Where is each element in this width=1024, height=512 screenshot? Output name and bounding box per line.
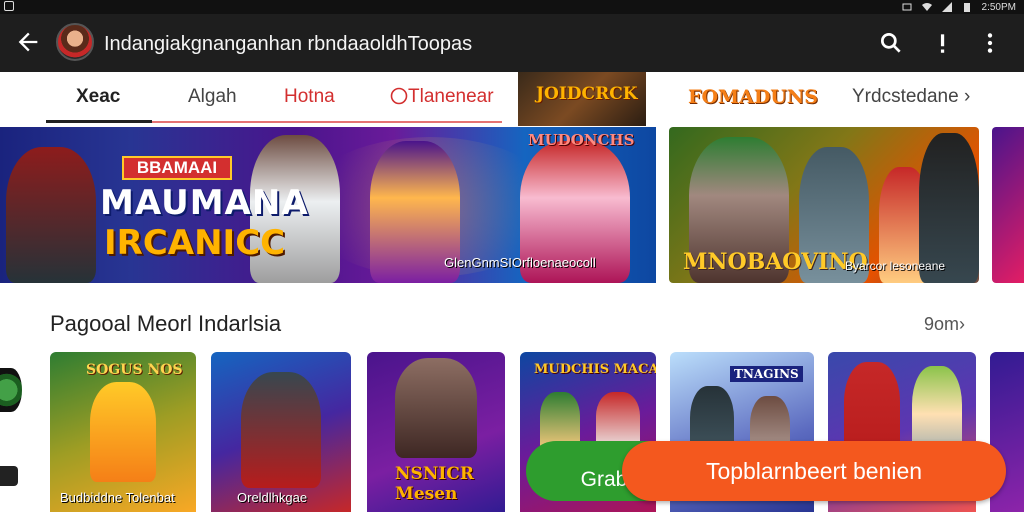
status-time: 2:50PM <box>981 1 1016 13</box>
featured-banner[interactable] <box>992 127 1024 283</box>
tab-xeac[interactable]: Xeac <box>76 86 120 108</box>
more-vert-icon[interactable] <box>977 30 1003 56</box>
card-caption: Oreldlhkgae <box>237 490 308 505</box>
active-tab-indicator <box>46 120 152 123</box>
search-icon[interactable] <box>878 30 904 56</box>
tab-tlanenear[interactable]: Tlanenear <box>390 86 494 108</box>
wifi-icon <box>921 3 932 11</box>
image-icon <box>4 1 14 11</box>
tab-label: JOIDCRCK <box>536 84 638 104</box>
banner-caption: GlenGnmSIOrfloenaeocoll <box>444 255 596 270</box>
tab-more[interactable]: Yrdcstedane › <box>852 86 970 108</box>
app-title: Indangiakgnanganhan rbndaaoldhToopas <box>104 33 473 55</box>
signal-icon <box>941 2 952 12</box>
featured-banner[interactable]: MNOBAOVINO Byarcor lesoneane <box>669 127 979 283</box>
primary-action-button[interactable]: Topblarnbeert benien <box>622 441 1006 501</box>
section-title: Pagooal Meorl Indarlsia <box>50 311 282 336</box>
banner-subheadline: IRCANICC <box>104 223 286 263</box>
tab-joidcrck[interactable]: JOIDCRCK <box>518 72 646 126</box>
card-figure <box>90 382 156 482</box>
banner-headline: MNOBAOVINO <box>683 249 868 275</box>
banner-headline: MAUMANA <box>100 183 309 223</box>
status-icons: 2:50PM <box>902 0 1016 14</box>
status-bar: 2:50PM <box>0 0 1024 14</box>
side-decoration <box>0 466 18 486</box>
tab-label: Tlanenear <box>408 86 494 107</box>
app-bar: Indangiakgnanganhan rbndaaoldhToopas <box>0 14 1024 72</box>
alert-icon[interactable] <box>929 30 955 56</box>
tab-algah[interactable]: Algah <box>188 86 237 108</box>
side-decoration <box>0 368 22 412</box>
featured-banner[interactable]: BBAMAAI MAUMANA IRCANICC MUDONCHS GlenGn… <box>0 127 656 283</box>
circle-r-icon <box>390 87 408 105</box>
card-figure <box>395 358 477 458</box>
tab-bar: Xeac Algah Hotna Tlanenear Yrdcstedane › <box>0 72 1024 126</box>
card-caption: Budbiddne Tolenbat <box>60 490 175 505</box>
back-arrow-icon[interactable] <box>14 28 42 56</box>
avatar[interactable] <box>56 23 94 61</box>
card-title: SOGUS NOS <box>86 362 183 378</box>
banner-caption: Byarcor lesoneane <box>845 259 946 273</box>
card-title: MUDCHIS MACAN <box>534 362 656 377</box>
banner-logo: MUDONCHS <box>528 131 635 149</box>
mail-icon <box>902 3 912 11</box>
card-title: TNAGINS <box>730 366 803 382</box>
tab-hotna[interactable]: Hotna <box>284 86 335 108</box>
battery-icon <box>963 3 970 12</box>
game-card[interactable]: SOGUS NOS Budbiddne Tolenbat <box>50 352 196 512</box>
banner-badge: BBAMAAI <box>122 156 232 180</box>
hero-figure <box>6 147 96 283</box>
see-more-link[interactable]: 9om› <box>924 314 965 335</box>
tab-fomaduns[interactable]: FOMADUNS <box>688 86 818 108</box>
tab-divider <box>152 121 502 123</box>
game-card[interactable]: Oreldlhkgae <box>211 352 351 512</box>
card-title: NSNICR Mesen <box>395 464 474 504</box>
game-card[interactable]: NSNICR Mesen <box>367 352 505 512</box>
card-figure <box>241 372 321 488</box>
